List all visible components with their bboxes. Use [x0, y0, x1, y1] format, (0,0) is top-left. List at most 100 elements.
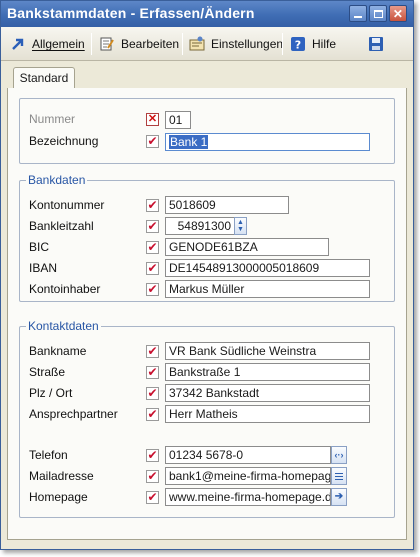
strasse-checkbox[interactable]: ✔ [146, 366, 159, 379]
bankdaten-group: Bankdaten Kontonummer ✔ 5018609 Bankleit… [19, 173, 395, 302]
svg-text:?: ? [295, 39, 301, 52]
hilfe-menu-button[interactable]: ? Hilfe [289, 33, 336, 55]
kontoinhaber-checkbox[interactable]: ✔ [146, 283, 159, 296]
floppy-disk-icon [367, 35, 385, 53]
hilfe-label: Hilfe [312, 37, 337, 51]
nummer-label: Nummer [29, 112, 76, 126]
open-link-arrow-icon: ➔ [334, 491, 344, 502]
bezeichnung-field[interactable]: Bank 1 [165, 133, 370, 151]
homepage-checkbox[interactable]: ✔ [146, 491, 159, 504]
toolbar-separator [182, 33, 183, 55]
ansprechpartner-label: Ansprechpartner [29, 407, 118, 421]
plz-ort-field[interactable]: 37342 Bankstadt [165, 384, 370, 402]
kontoinhaber-field[interactable]: Markus Müller [165, 280, 370, 298]
bezeichnung-label: Bezeichnung [29, 134, 99, 148]
einstellungen-label: Einstellungen [211, 37, 284, 51]
bankname-field[interactable]: VR Bank Südliche Weinstra [165, 342, 370, 360]
help-icon: ? [289, 35, 307, 53]
up-down-arrows-icon: ▲ ▼ [237, 219, 244, 233]
bankname-label: Bankname [29, 344, 87, 358]
plz-ort-checkbox[interactable]: ✔ [146, 387, 159, 400]
edit-document-icon [98, 35, 116, 53]
checkmark-icon: ✔ [147, 365, 158, 379]
arrow-icon [9, 35, 27, 53]
homepage-label: Homepage [29, 490, 88, 504]
bic-checkbox[interactable]: ✔ [146, 241, 159, 254]
strasse-label: Straße [29, 365, 66, 379]
send-mail-button[interactable] [331, 467, 347, 485]
homepage-field[interactable]: www.meine-firma-homepage.de [165, 488, 331, 506]
window-title: Bankstammdaten - Erfassen/Ändern [7, 5, 255, 21]
checkmark-icon: ✔ [147, 198, 158, 212]
kontonummer-label: Kontonummer [29, 198, 105, 212]
mailadresse-field[interactable]: bank1@meine-firma-homepage.d [165, 467, 331, 485]
einstellungen-menu-button[interactable]: Einstellungen [188, 33, 283, 55]
bankleitzahl-spinner[interactable]: ▲ ▼ [234, 217, 247, 235]
kontonummer-checkbox[interactable]: ✔ [146, 199, 159, 212]
title-bar: Bankstammdaten - Erfassen/Ändern ✕ [1, 1, 413, 27]
tab-standard-label: Standard [19, 71, 69, 85]
checkmark-icon: ✔ [147, 469, 158, 483]
bic-label: BIC [29, 240, 50, 254]
phone-icon: ‹·› [334, 450, 344, 460]
bankleitzahl-label: Bankleitzahl [29, 219, 94, 233]
standard-tab-panel: Nummer ✕ 01 Bezeichnung ✔ Bank 1 Bankdat… [7, 88, 407, 540]
checkmark-icon: ✔ [147, 134, 158, 148]
bank-master-data-window: Bankstammdaten - Erfassen/Ändern ✕ Allge… [0, 0, 414, 550]
checkmark-icon: ✔ [147, 219, 158, 233]
tab-standard[interactable]: Standard [13, 67, 75, 89]
kontoinhaber-label: Kontoinhaber [29, 282, 101, 296]
checkmark-icon: ✔ [147, 386, 158, 400]
ansprechpartner-field[interactable]: Herr Matheis [165, 405, 370, 423]
toolbar: Allgemein Bearbeiten Einstellungen ? Hil… [1, 27, 413, 61]
iban-label: IBAN [29, 261, 58, 275]
checkmark-icon: ✔ [147, 344, 158, 358]
telefon-dial-button[interactable]: ‹·› [331, 446, 347, 464]
minimize-icon [354, 15, 362, 18]
iban-checkbox[interactable]: ✔ [146, 262, 159, 275]
minimize-button[interactable] [349, 5, 367, 22]
allgemein-label: Allgemein [32, 37, 85, 51]
kontaktdaten-legend: Kontaktdaten [26, 319, 101, 333]
checkmark-icon: ✔ [147, 448, 158, 462]
checkmark-icon: ✔ [147, 282, 158, 296]
checkmark-icon: ✔ [147, 490, 158, 504]
plz-ort-label: Plz / Ort [29, 386, 73, 400]
maximize-icon [373, 9, 383, 18]
save-button[interactable] [367, 33, 390, 55]
checkmark-icon: ✔ [147, 261, 158, 275]
maximize-button[interactable] [369, 5, 387, 22]
identification-group: Nummer ✕ 01 Bezeichnung ✔ Bank 1 [19, 98, 395, 164]
bezeichnung-checkbox[interactable]: ✔ [146, 135, 159, 148]
telefon-checkbox[interactable]: ✔ [146, 449, 159, 462]
bearbeiten-menu-button[interactable]: Bearbeiten [98, 33, 179, 55]
close-button[interactable]: ✕ [389, 5, 407, 22]
toolbar-separator [91, 33, 92, 55]
mailadresse-checkbox[interactable]: ✔ [146, 470, 159, 483]
telefon-label: Telefon [29, 448, 68, 462]
checkmark-icon: ✔ [147, 407, 158, 421]
bankdaten-legend: Bankdaten [26, 173, 88, 187]
bankname-checkbox[interactable]: ✔ [146, 345, 159, 358]
bearbeiten-label: Bearbeiten [121, 37, 180, 51]
checkmark-icon: ✔ [147, 240, 158, 254]
ansprechpartner-checkbox[interactable]: ✔ [146, 408, 159, 421]
strasse-field[interactable]: Bankstraße 1 [165, 363, 370, 381]
bankleitzahl-checkbox[interactable]: ✔ [146, 220, 159, 233]
mailadresse-label: Mailadresse [29, 469, 94, 483]
iban-field[interactable]: DE14548913000005018609 [165, 259, 370, 277]
nummer-field[interactable]: 01 [165, 111, 191, 129]
close-icon: ✕ [392, 6, 404, 21]
bic-field[interactable]: GENODE61BZA [165, 238, 329, 256]
open-homepage-button[interactable]: ➔ [331, 488, 347, 506]
nummer-lock-checkbox[interactable]: ✕ [146, 113, 159, 126]
kontonummer-field[interactable]: 5018609 [165, 196, 289, 214]
kontaktdaten-group: Kontaktdaten Bankname ✔ VR Bank Südliche… [19, 319, 395, 518]
mail-lines-icon [335, 472, 343, 480]
allgemein-menu-button[interactable]: Allgemein [9, 33, 85, 55]
toolbar-separator [282, 33, 283, 55]
bezeichnung-selected-text: Bank 1 [169, 135, 209, 149]
x-mark-icon: ✕ [147, 113, 158, 125]
bankleitzahl-field[interactable]: 54891300 [165, 217, 235, 235]
telefon-field[interactable]: 01234 5678-0 [165, 446, 331, 464]
